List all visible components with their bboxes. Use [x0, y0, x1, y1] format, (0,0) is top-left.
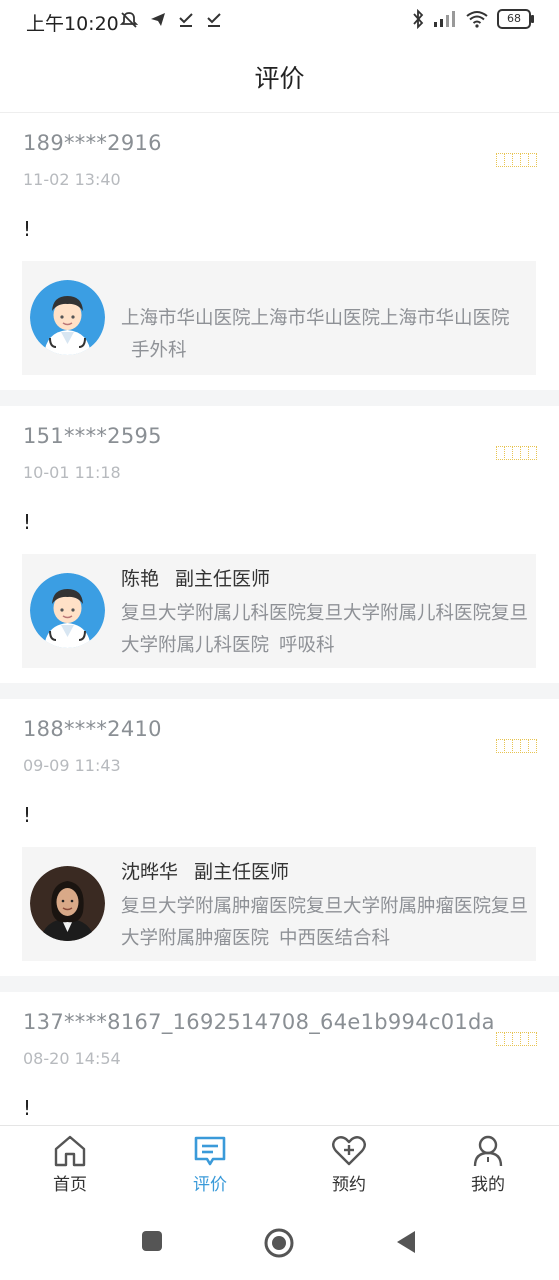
review-card[interactable]: 151****2595 10-01 11:18 ! 陈艳 副主任医师 复旦大学附属…	[0, 406, 559, 683]
page-title: 评价	[254, 64, 305, 93]
star-icon	[528, 1032, 537, 1046]
review-comment: !	[23, 510, 32, 534]
review-card[interactable]: 189****2916 11-02 13:40 ! 上海市华山医院上海市华山医院…	[0, 113, 559, 390]
back-icon[interactable]	[395, 1229, 417, 1255]
reviewer-name: 189****2916	[23, 131, 162, 155]
review-icon	[194, 1136, 226, 1166]
nav-mine-label: 我的	[471, 1175, 505, 1195]
status-bar: 上午10:20 68	[0, 0, 559, 42]
review-date: 08-20 14:54	[23, 1049, 121, 1068]
wifi-icon	[466, 11, 488, 28]
signal-icon	[434, 11, 455, 27]
rating-stars	[496, 153, 537, 167]
rating-stars	[496, 739, 537, 753]
doctor-name: 陈艳	[121, 568, 160, 590]
download-done-icon	[179, 13, 193, 27]
doctor-name: 沈晔华	[121, 861, 179, 883]
nav-home[interactable]: 首页	[30, 1134, 110, 1195]
review-comment: !	[23, 1096, 32, 1120]
notification-icons	[119, 10, 223, 30]
nav-mine[interactable]: 我的	[448, 1134, 528, 1195]
page-header: 评价	[0, 42, 559, 113]
bell-off-icon	[119, 12, 139, 28]
battery-icon: 68	[497, 9, 534, 29]
doctor-name-line: 陈艳 副主任医师	[121, 564, 270, 591]
review-comment: !	[23, 803, 32, 827]
nav-review-label: 评价	[193, 1175, 227, 1195]
doctor-hospital-info: 上海市华山医院上海市华山医院上海市华山医院手外科	[121, 303, 531, 367]
review-card[interactable]: 137****8167_1692514708_64e1b994c01da 08-…	[0, 992, 559, 1125]
heart-plus-icon	[332, 1136, 366, 1166]
nav-appointment[interactable]: 预约	[309, 1134, 389, 1195]
doctor-hospital-info: 复旦大学附属肿瘤医院复旦大学附属肿瘤医院复旦大学附属肿瘤医院 中西医结合科	[121, 891, 531, 955]
doctor-photo	[30, 866, 105, 941]
rating-stars	[496, 1032, 537, 1046]
review-comment: !	[23, 217, 32, 241]
department-name: 呼吸科	[279, 635, 335, 656]
star-icon	[528, 739, 537, 753]
star-icon	[528, 446, 537, 460]
rating-stars	[496, 446, 537, 460]
star-icon	[528, 153, 537, 167]
hospital-name: 上海市华山医院上海市华山医院上海市华山医院	[121, 308, 510, 329]
doctor-title: 副主任医师	[194, 861, 290, 883]
reviewer-name: 188****2410	[23, 717, 162, 741]
doctor-title: 副主任医师	[175, 568, 271, 590]
status-time: 上午10:20	[26, 13, 119, 35]
reviewer-name: 137****8167_1692514708_64e1b994c01da	[23, 1010, 495, 1034]
reviewer-name: 151****2595	[23, 424, 162, 448]
department-name: 中西医结合科	[279, 928, 391, 949]
doctor-name-line: 沈晔华 副主任医师	[121, 857, 289, 884]
download-done-icon-2	[207, 13, 221, 27]
recent-apps-icon[interactable]	[140, 1229, 164, 1253]
review-card[interactable]: 188****2410 09-09 11:43 ! 沈晔华 副主任医师 复旦大学附…	[0, 699, 559, 976]
nav-appointment-label: 预约	[332, 1175, 366, 1195]
system-nav-bar	[0, 1205, 559, 1280]
nav-home-label: 首页	[53, 1175, 87, 1195]
home-icon	[54, 1135, 86, 1167]
doctor-avatar-icon	[30, 280, 105, 355]
doctor-info-box[interactable]: 沈晔华 副主任医师 复旦大学附属肿瘤医院复旦大学附属肿瘤医院复旦大学附属肿瘤医院中…	[22, 847, 536, 961]
telegram-icon	[151, 13, 165, 26]
review-list[interactable]: 189****2916 11-02 13:40 ! 上海市华山医院上海市华山医院…	[0, 113, 559, 1125]
review-date: 09-09 11:43	[23, 756, 121, 775]
bluetooth-icon	[413, 9, 424, 29]
system-status-icons: 68	[411, 9, 534, 29]
department-name: 手外科	[131, 340, 187, 361]
review-page: 上午10:20 68 评价 189****2916 11-02 13:40 !	[0, 0, 559, 1280]
home-button-icon[interactable]	[263, 1227, 295, 1259]
review-date: 10-01 11:18	[23, 463, 121, 482]
nav-review[interactable]: 评价	[170, 1134, 250, 1195]
review-date: 11-02 13:40	[23, 170, 121, 189]
person-icon	[473, 1135, 503, 1167]
doctor-info-box[interactable]: 上海市华山医院上海市华山医院上海市华山医院手外科	[22, 261, 536, 375]
doctor-hospital-info: 复旦大学附属儿科医院复旦大学附属儿科医院复旦大学附属儿科医院 呼吸科	[121, 598, 531, 662]
doctor-info-box[interactable]: 陈艳 副主任医师 复旦大学附属儿科医院复旦大学附属儿科医院复旦大学附属儿科医院 呼吸…	[22, 554, 536, 668]
bottom-nav: 首页 评价 预约 我的	[0, 1125, 559, 1206]
doctor-avatar-icon	[30, 573, 105, 648]
